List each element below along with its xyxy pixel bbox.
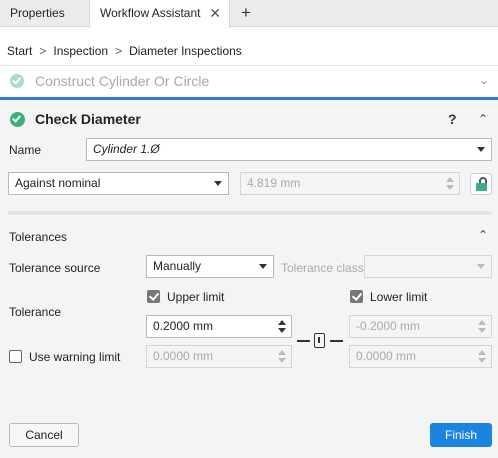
upper-limit-label: Upper limit (167, 290, 225, 304)
breadcrumb-separator: > (39, 44, 47, 58)
tolerances-title: Tolerances (9, 230, 68, 244)
spinner-icon (278, 350, 286, 364)
check-circle-icon (10, 112, 25, 127)
finish-button[interactable]: Finish (430, 423, 492, 447)
tab-bar: Properties Workflow Assistant ✕ + (0, 0, 498, 28)
warning-lower-value: 0.0000 mm (356, 349, 417, 363)
spinner-icon (446, 177, 454, 191)
tab-properties-label: Properties (10, 6, 65, 20)
tolerance-class-label: Tolerance class (281, 261, 364, 275)
nominal-value: 4.819 mm (247, 176, 301, 190)
nominal-value-field[interactable]: 4.819 mm (240, 172, 460, 195)
spinner-icon (478, 350, 486, 364)
divider (8, 211, 492, 215)
tolerance-source-dropdown[interactable]: Manually (146, 255, 274, 278)
lower-limit-checkbox[interactable] (350, 290, 363, 303)
dropdown-arrow-icon (477, 147, 485, 152)
breadcrumb-separator: > (115, 44, 123, 58)
warning-upper-field[interactable]: 0.0000 mm (146, 345, 292, 368)
spinner-icon (478, 320, 486, 334)
lower-limit-label: Lower limit (370, 290, 428, 304)
upper-limit-value: 0.2000 mm (153, 319, 214, 333)
upper-limit-checkbox[interactable] (147, 290, 160, 303)
dropdown-arrow-icon (214, 181, 222, 186)
close-icon[interactable]: ✕ (209, 0, 221, 26)
tolerance-source-value: Manually (153, 259, 202, 273)
section-title: Check Diameter (35, 111, 141, 127)
help-button[interactable]: ? (448, 107, 457, 132)
breadcrumb: Start > Inspection > Diameter Inspections (0, 36, 498, 66)
add-tab-button[interactable]: + (236, 0, 256, 27)
check-circle-icon (10, 74, 24, 88)
section-header: Check Diameter ? ⌃ (0, 107, 498, 131)
tab-workflow-assistant[interactable]: Workflow Assistant ✕ (89, 0, 230, 28)
link-limits-icon[interactable] (297, 333, 343, 349)
tolerance-class-dropdown[interactable] (364, 255, 492, 278)
warning-limit-label: Use warning limit (29, 350, 121, 364)
chevron-up-icon[interactable]: ⌃ (478, 228, 488, 242)
chevron-up-icon[interactable]: ⌃ (478, 107, 488, 132)
breadcrumb-diameter-inspections[interactable]: Diameter Inspections (129, 44, 242, 58)
check-diameter-panel: Check Diameter ? ⌃ Name Cylinder 1.Ø Aga… (0, 100, 498, 458)
tolerance-source-label: Tolerance source (9, 261, 101, 275)
previous-step-row[interactable]: Construct Cylinder Or Circle ⌄ (0, 66, 498, 97)
previous-step-label: Construct Cylinder Or Circle (35, 73, 210, 89)
dropdown-arrow-icon (259, 264, 267, 269)
upper-limit-field[interactable]: 0.2000 mm (146, 315, 292, 338)
name-dropdown[interactable]: Cylinder 1.Ø (86, 138, 492, 161)
spinner-icon[interactable] (278, 320, 286, 334)
name-value: Cylinder 1.Ø (93, 142, 160, 156)
chevron-down-icon[interactable]: ⌄ (479, 66, 489, 95)
dropdown-arrow-icon (477, 264, 485, 269)
tab-properties[interactable]: Properties (0, 0, 89, 27)
warning-lower-field[interactable]: 0.0000 mm (349, 345, 492, 368)
tab-workflow-assistant-label: Workflow Assistant (100, 6, 201, 20)
check-type-dropdown[interactable]: Against nominal (8, 172, 229, 195)
unlock-button[interactable] (470, 173, 492, 195)
cancel-button[interactable]: Cancel (9, 423, 79, 447)
warning-upper-value: 0.0000 mm (153, 349, 214, 363)
check-type-value: Against nominal (15, 176, 101, 190)
tolerance-label: Tolerance (9, 305, 62, 319)
warning-limit-checkbox[interactable] (9, 350, 22, 363)
breadcrumb-inspection[interactable]: Inspection (53, 44, 108, 58)
lower-limit-value: -0.2000 mm (356, 319, 421, 333)
breadcrumb-start[interactable]: Start (7, 44, 32, 58)
name-label: Name (9, 143, 42, 157)
lower-limit-field[interactable]: -0.2000 mm (349, 315, 492, 338)
